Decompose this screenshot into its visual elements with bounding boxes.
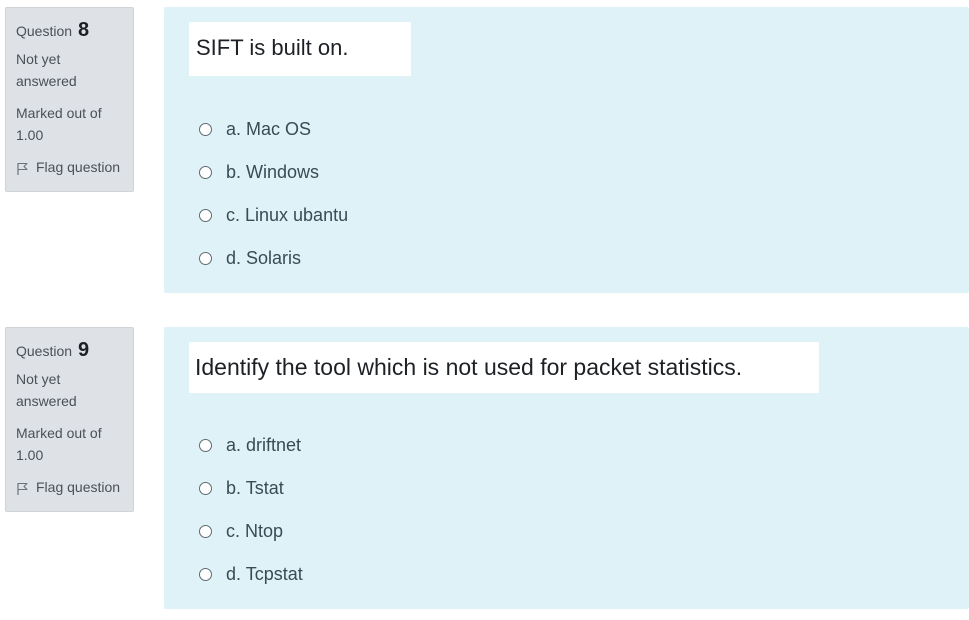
radio-unchecked-icon[interactable] (199, 482, 212, 495)
answer-option[interactable]: b. Tstat (199, 467, 303, 510)
radio-unchecked-icon[interactable] (199, 123, 212, 136)
flag-icon (16, 160, 30, 175)
radio-unchecked-icon[interactable] (199, 209, 212, 222)
question-number-label: Question (16, 343, 73, 359)
answer-option[interactable]: c. Ntop (199, 510, 303, 553)
radio-unchecked-icon[interactable] (199, 252, 212, 265)
flag-question-button[interactable]: Flag question (16, 156, 123, 178)
question-text: SIFT is built on. (189, 22, 411, 76)
answer-options: a. driftnet b. Tstat c. Ntop d. Tcpstat (199, 424, 303, 596)
answer-option-label[interactable]: a. Mac OS (226, 119, 311, 140)
answer-option-label[interactable]: c. Linux ubantu (226, 205, 348, 226)
question-number-value: 9 (77, 339, 90, 361)
answer-option-label[interactable]: d. Solaris (226, 248, 301, 269)
question-grade: Marked out of 1.00 (16, 425, 102, 463)
answer-option-label[interactable]: c. Ntop (226, 521, 283, 542)
question-state: Not yet answered (16, 51, 77, 89)
answer-option-label[interactable]: b. Tstat (226, 478, 284, 499)
answer-option-label[interactable]: d. Tcpstat (226, 564, 303, 585)
flag-question-label: Flag question (36, 479, 121, 495)
question-grade: Marked out of 1.00 (16, 105, 102, 143)
answer-option-label[interactable]: b. Windows (226, 162, 319, 183)
answer-options: a. Mac OS b. Windows c. Linux ubantu d. … (199, 108, 348, 280)
radio-unchecked-icon[interactable] (199, 568, 212, 581)
answer-option[interactable]: c. Linux ubantu (199, 194, 348, 237)
question-content: SIFT is built on. a. Mac OS b. Windows c… (164, 7, 969, 293)
question-number: Question 9 (16, 338, 123, 362)
question-content: Identify the tool which is not used for … (164, 327, 969, 609)
flag-question-button[interactable]: Flag question (16, 476, 123, 498)
radio-unchecked-icon[interactable] (199, 525, 212, 538)
answer-option-label[interactable]: a. driftnet (226, 435, 301, 456)
question-text: Identify the tool which is not used for … (189, 342, 819, 393)
question-number-label: Question (16, 23, 73, 39)
flag-question-label: Flag question (36, 159, 121, 175)
radio-unchecked-icon[interactable] (199, 166, 212, 179)
question-info: Question 8 Not yet answered Marked out o… (5, 7, 134, 192)
flag-icon (16, 480, 30, 495)
question-number-value: 8 (77, 19, 90, 41)
question-info: Question 9 Not yet answered Marked out o… (5, 327, 134, 512)
answer-option[interactable]: d. Solaris (199, 237, 348, 280)
answer-option[interactable]: a. Mac OS (199, 108, 348, 151)
question-number: Question 8 (16, 18, 123, 42)
question-state: Not yet answered (16, 371, 77, 409)
radio-unchecked-icon[interactable] (199, 439, 212, 452)
answer-option[interactable]: a. driftnet (199, 424, 303, 467)
answer-option[interactable]: d. Tcpstat (199, 553, 303, 596)
answer-option[interactable]: b. Windows (199, 151, 348, 194)
